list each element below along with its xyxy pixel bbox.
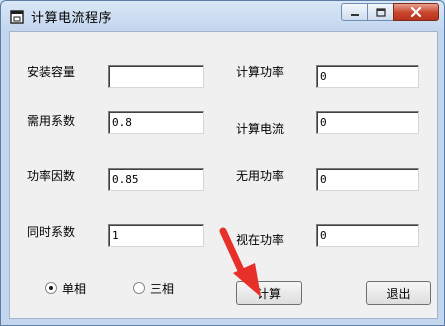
title-bar[interactable]: 计算电流程序 — [1, 1, 444, 31]
app-window-icon — [10, 9, 24, 24]
form-body: 安装容量 需用系数 0.8 功率因数 0.85 同时系数 1 计算功率 0 计算… — [9, 31, 438, 319]
label-apparent-power: 视在功率 — [236, 233, 285, 247]
label-reactive-power: 无用功率 — [236, 169, 285, 183]
reactive-power-output[interactable]: 0 — [316, 168, 419, 191]
calculated-power-output[interactable]: 0 — [316, 65, 419, 88]
label-demand-factor: 需用系数 — [27, 114, 76, 128]
close-icon — [409, 3, 423, 22]
calculated-current-output[interactable]: 0 — [316, 111, 419, 134]
installed-capacity-input[interactable] — [108, 65, 204, 88]
maximize-button[interactable] — [367, 3, 394, 21]
minimize-button[interactable] — [341, 3, 368, 21]
label-simultaneity-factor: 同时系数 — [27, 225, 76, 239]
calculate-button[interactable]: 计算 — [236, 281, 302, 305]
demand-factor-input[interactable]: 0.8 — [108, 111, 204, 134]
apparent-power-output[interactable]: 0 — [316, 224, 419, 247]
exit-button[interactable]: 退出 — [366, 281, 431, 305]
simultaneity-factor-input[interactable]: 1 — [108, 224, 204, 247]
label-power-factor: 功率因数 — [27, 169, 76, 183]
radio-single-phase-indicator[interactable] — [45, 282, 57, 294]
label-calculated-current: 计算电流 — [236, 122, 285, 136]
label-calculated-power: 计算功率 — [236, 65, 285, 79]
power-factor-input[interactable]: 0.85 — [108, 168, 204, 191]
radio-three-phase-label[interactable]: 三相 — [150, 280, 174, 297]
window-title: 计算电流程序 — [31, 11, 113, 26]
maximize-icon — [375, 3, 387, 22]
app-window: 计算电流程序 安装容量 需用系数 0.8 功率因数 0.85 同时系数 1 计算… — [0, 0, 445, 326]
radio-three-phase-indicator[interactable] — [133, 282, 145, 294]
close-button[interactable] — [393, 3, 439, 21]
label-installed-capacity: 安装容量 — [27, 65, 76, 79]
minimize-icon — [349, 3, 361, 22]
radio-single-phase-label[interactable]: 单相 — [62, 280, 86, 297]
